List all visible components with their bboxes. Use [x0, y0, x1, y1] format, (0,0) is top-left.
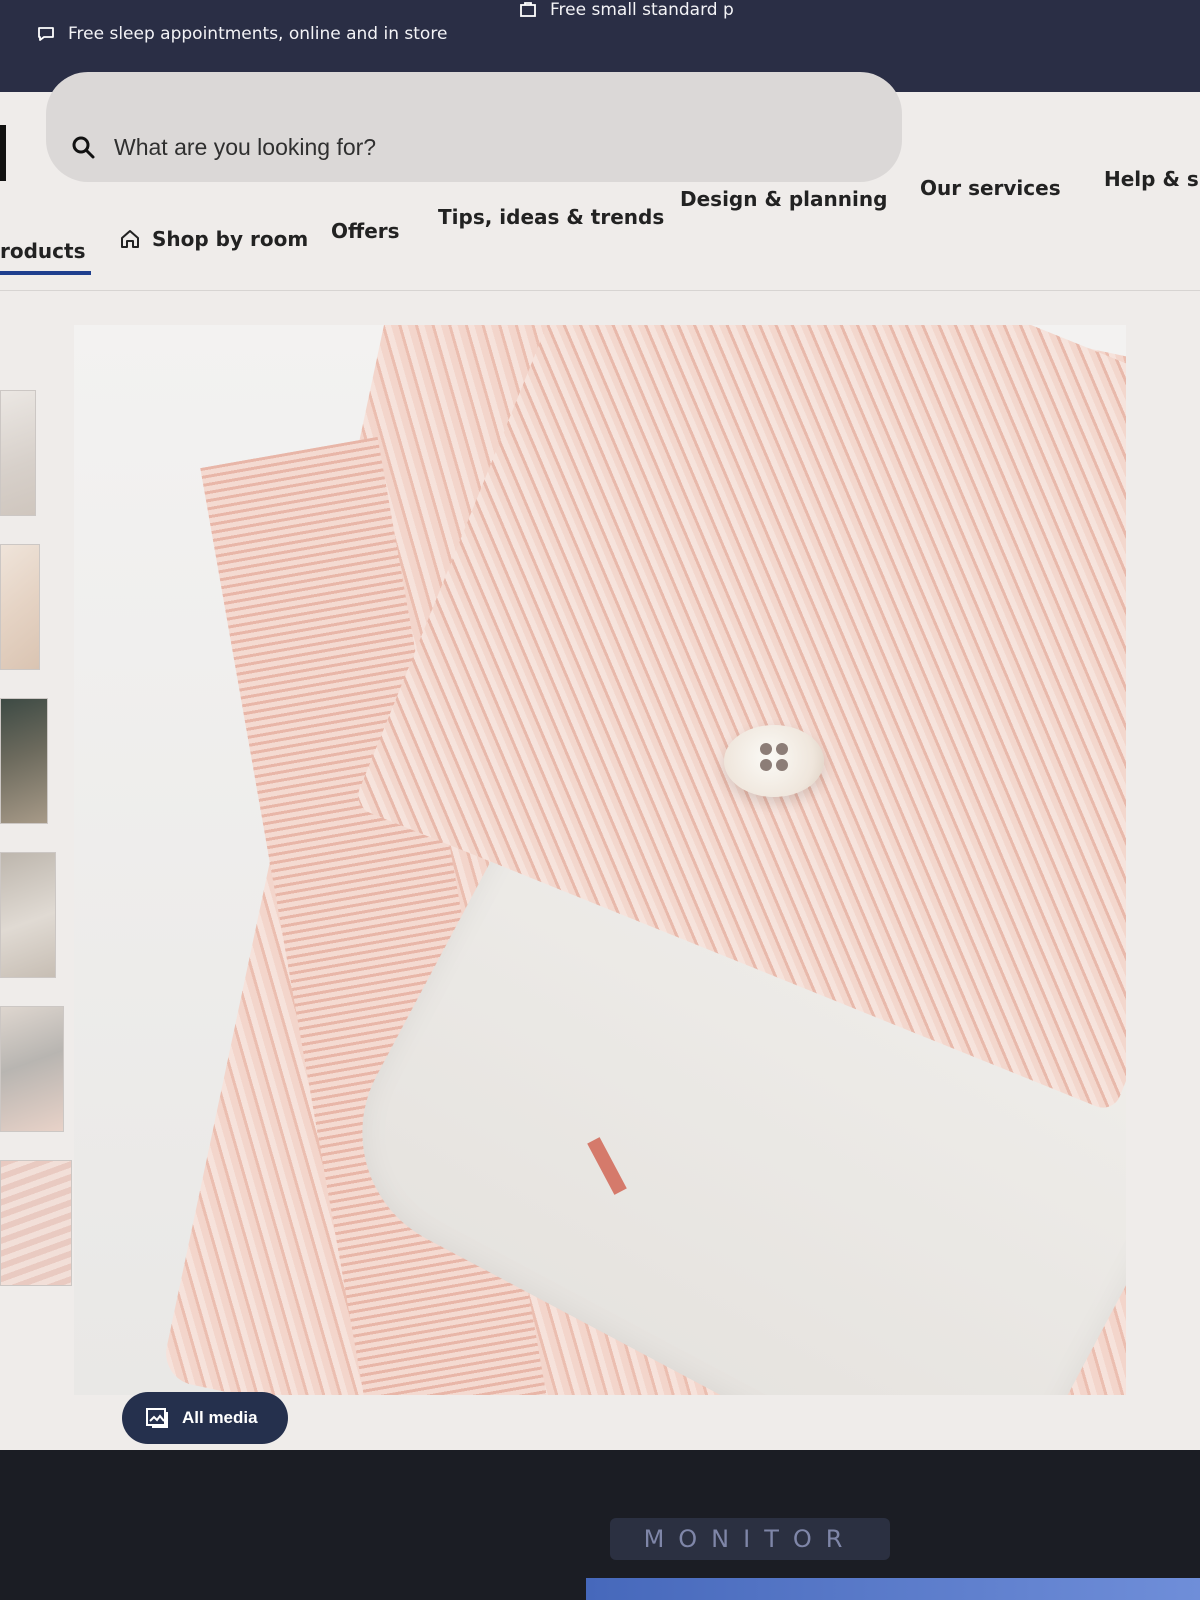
monitor-light-strip [586, 1578, 1200, 1600]
nav-products[interactable]: roducts [0, 239, 93, 275]
navigation-divider [0, 290, 1200, 291]
fabric-button [724, 725, 824, 797]
thumbnail-rail [0, 390, 76, 1290]
monitor-brand: MONITOR [610, 1518, 890, 1560]
web-page-screen: Free sleep appointments, online and in s… [0, 0, 1200, 1450]
left-edge-marker [0, 125, 6, 181]
all-media-button[interactable]: All media [122, 1392, 288, 1444]
thumbnail-1[interactable] [0, 390, 36, 516]
nav-shop-by-room[interactable]: Shop by room [118, 227, 308, 251]
thumbnail-5[interactable] [0, 1006, 64, 1132]
media-gallery-icon [144, 1405, 170, 1431]
search-icon [70, 134, 98, 162]
chat-bubble-icon [36, 24, 56, 44]
main-navigation: roducts Shop by room Offers Tips, ideas … [0, 167, 1200, 294]
product-main-image [74, 325, 1126, 1395]
nav-design-planning[interactable]: Design & planning [680, 187, 887, 211]
thumbnail-2[interactable] [0, 544, 40, 670]
thumbnail-3[interactable] [0, 698, 48, 824]
search-bar[interactable] [46, 72, 902, 182]
nav-tips-ideas-trends-label: Tips, ideas & trends [438, 205, 665, 229]
promo-left-text: Free sleep appointments, online and in s… [68, 24, 448, 44]
box-icon [518, 0, 538, 20]
all-media-label: All media [182, 1408, 258, 1427]
promo-right-text: Free small standard p [550, 0, 734, 20]
nav-our-services-label: Our services [920, 176, 1061, 200]
nav-tips-ideas-trends[interactable]: Tips, ideas & trends [438, 205, 664, 229]
nav-offers[interactable]: Offers [331, 219, 400, 243]
promo-right[interactable]: Free small standard p [518, 0, 734, 20]
nav-products-label: roducts [0, 239, 86, 263]
promo-left[interactable]: Free sleep appointments, online and in s… [36, 24, 447, 44]
nav-design-planning-label: Design & planning [680, 187, 888, 211]
nav-shop-by-room-label: Shop by room [152, 227, 309, 251]
nav-our-services[interactable]: Our services [920, 176, 1061, 200]
nav-help-support[interactable]: Help & su [1104, 167, 1200, 191]
home-icon [118, 227, 142, 251]
nav-offers-label: Offers [331, 219, 400, 243]
nav-help-support-label: Help & su [1104, 167, 1200, 191]
search-input[interactable] [112, 126, 716, 168]
thumbnail-4[interactable] [0, 852, 56, 978]
thumbnail-6[interactable] [0, 1160, 72, 1286]
